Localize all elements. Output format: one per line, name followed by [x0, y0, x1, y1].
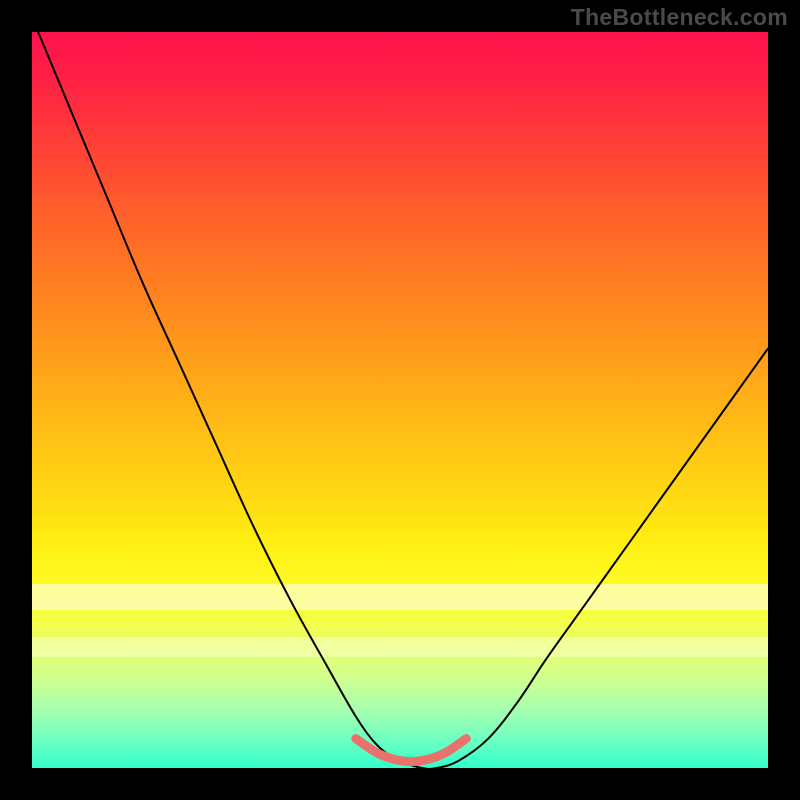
highlight-flat-bottom: [356, 739, 466, 762]
watermark-text: TheBottleneck.com: [571, 4, 788, 31]
plot-area: [32, 32, 768, 768]
bottleneck-curve: [32, 32, 768, 768]
curve-svg: [32, 32, 768, 768]
chart-frame: TheBottleneck.com: [0, 0, 800, 800]
